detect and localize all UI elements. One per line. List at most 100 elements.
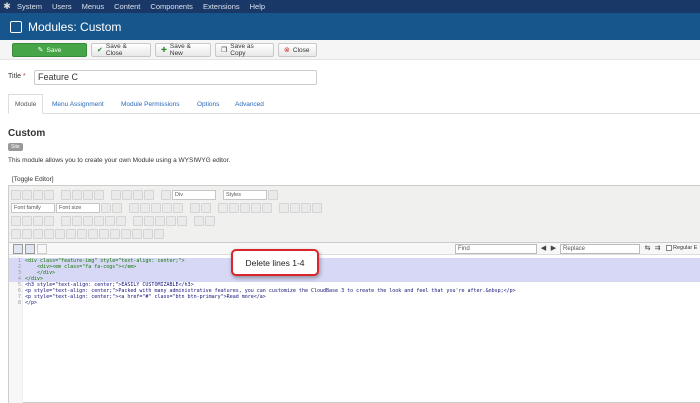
subscript-icon[interactable] [144,216,154,226]
replace-all-icon[interactable]: ⇉ [653,244,662,253]
strikethrough-icon[interactable] [94,190,104,200]
format-select[interactable]: Div [172,190,216,200]
text-color-icon[interactable] [101,203,111,213]
nav-content[interactable]: Content [111,2,147,11]
save-button[interactable]: ✎ Save [12,43,87,57]
superscript-icon[interactable] [155,216,165,226]
save-close-button[interactable]: ✔ Save & Close [91,43,151,57]
nonbreaking-icon[interactable] [11,229,21,239]
toggle-autocomplete-icon[interactable] [37,244,47,254]
find-input[interactable]: Find [455,244,537,254]
row-props-icon[interactable] [72,216,82,226]
nav-help[interactable]: Help [247,2,272,11]
layer-icon[interactable] [44,229,54,239]
nav-extensions[interactable]: Extensions [200,2,247,11]
copy-icon[interactable] [140,203,150,213]
undo-icon[interactable] [11,190,21,200]
code-line[interactable]: 8 </p> [9,300,700,306]
cut-icon[interactable] [129,203,139,213]
tab-module[interactable]: Module [8,94,44,114]
help-icon[interactable] [33,190,43,200]
time-icon[interactable] [154,229,164,239]
redo-icon[interactable] [22,190,32,200]
align-justify-icon[interactable] [144,190,154,200]
ins-icon[interactable] [99,229,109,239]
replace-icon[interactable] [201,203,211,213]
bg-color-icon[interactable] [112,203,122,213]
joomla-logo-icon[interactable]: ✱ [0,0,14,13]
preview-icon[interactable] [205,216,215,226]
code-icon[interactable] [44,190,54,200]
tab-module-permissions[interactable]: Module Permissions [115,94,186,114]
delete-row-icon[interactable] [105,216,115,226]
del-icon[interactable] [110,229,120,239]
charmap-icon[interactable] [166,216,176,226]
bold-icon[interactable] [61,190,71,200]
spellcheck-icon[interactable] [121,229,131,239]
ltr-icon[interactable] [11,216,21,226]
blockquote-icon[interactable] [262,203,272,213]
insert-col-icon[interactable] [116,216,126,226]
unlink-icon[interactable] [290,203,300,213]
hr-icon[interactable] [133,216,143,226]
align-left-icon[interactable] [111,190,121,200]
bullet-list-icon[interactable] [218,203,228,213]
align-center-icon[interactable] [122,190,132,200]
numbered-list-icon[interactable] [229,203,239,213]
paste-word-icon[interactable] [173,203,183,213]
font-family-select[interactable]: Font family [11,203,55,213]
search-icon[interactable] [190,203,200,213]
nav-system[interactable]: System [14,2,49,11]
toggle-editor-link[interactable]: [Toggle Editor] [12,176,54,183]
code-editor[interactable]: 1 <div class="feature-img" style="text-al… [9,256,700,403]
toggle-highlight-icon[interactable] [25,244,35,254]
nav-components[interactable]: Components [147,2,200,11]
table-icon[interactable] [61,216,71,226]
emoticons-icon[interactable] [177,216,187,226]
style-props-icon[interactable] [55,229,65,239]
save-as-copy-button[interactable]: ❐ Save as Copy [215,43,274,57]
fullscreen-icon[interactable] [33,216,43,226]
visualaid-icon[interactable] [22,229,32,239]
anchor-icon[interactable] [301,203,311,213]
paste-icon[interactable] [151,203,161,213]
nav-users[interactable]: Users [49,2,79,11]
close-button[interactable]: ⊗ Close [278,43,317,57]
replace-input[interactable]: Replace [560,244,640,254]
date-icon[interactable] [143,229,153,239]
image-icon[interactable] [312,203,322,213]
link-icon[interactable] [279,203,289,213]
underline-icon[interactable] [83,190,93,200]
cite-icon[interactable] [88,229,98,239]
print-icon[interactable] [194,216,204,226]
font-size-select[interactable]: Font size [56,203,100,213]
save-new-button[interactable]: ✚ Save & New [155,43,211,57]
media-icon[interactable] [44,216,54,226]
title-input[interactable]: Feature C [34,70,317,85]
paste-text-icon[interactable] [162,203,172,213]
nav-menus[interactable]: Menus [79,2,112,11]
find-prev-icon[interactable]: ◀ [539,244,548,253]
tab-bar: Module Menu Assignment Module Permission… [8,94,700,114]
styles-select[interactable]: Styles [223,190,267,200]
tab-options[interactable]: Options [191,94,225,114]
block-icon[interactable] [161,190,171,200]
toggle-linewrap-icon[interactable] [13,244,23,254]
template-icon[interactable] [33,229,43,239]
italic-icon[interactable] [72,190,82,200]
paint-icon[interactable] [268,190,278,200]
tab-advanced[interactable]: Advanced [229,94,270,114]
insert-row-icon[interactable] [94,216,104,226]
align-right-icon[interactable] [133,190,143,200]
outdent-icon[interactable] [240,203,250,213]
indent-icon[interactable] [251,203,261,213]
clean-icon[interactable] [132,229,142,239]
replace-icon[interactable]: ⇆ [643,244,652,253]
regex-checkbox[interactable] [666,245,672,251]
attribs-icon[interactable] [66,229,76,239]
tab-menu-assignment[interactable]: Menu Assignment [46,94,110,114]
rtl-icon[interactable] [22,216,32,226]
find-next-icon[interactable]: ▶ [549,244,558,253]
abbr-icon[interactable] [77,229,87,239]
cell-props-icon[interactable] [83,216,93,226]
